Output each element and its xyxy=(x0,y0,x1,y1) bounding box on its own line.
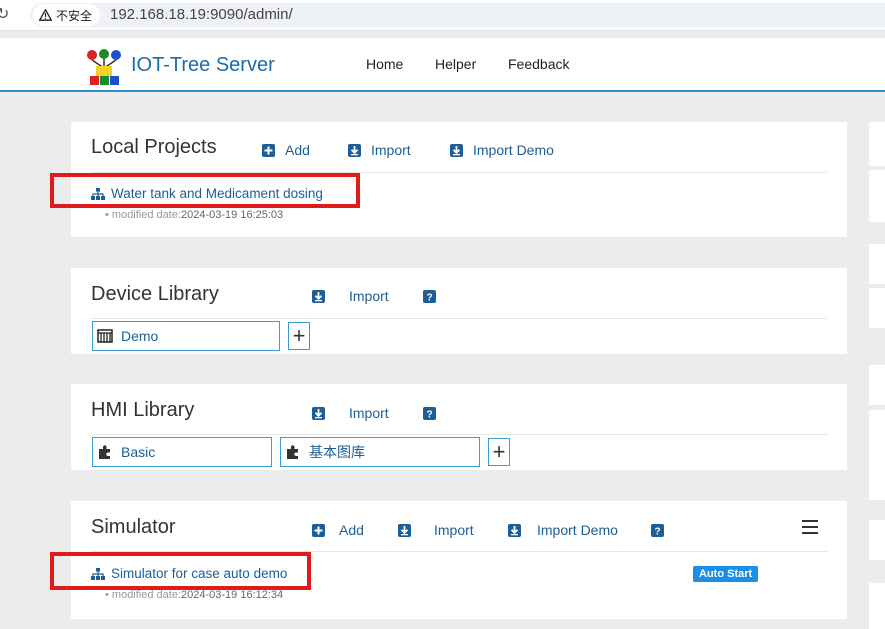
side-panel-strip xyxy=(869,583,885,629)
modified-date: 2024-03-19 16:12:34 xyxy=(181,589,284,601)
browser-address-bar: ↻ 不安全 192.168.18.19:9090/admin/ xyxy=(0,0,885,31)
add-simulator-button[interactable]: Add xyxy=(312,522,364,538)
security-indicator[interactable]: 不安全 xyxy=(33,4,101,26)
divider xyxy=(91,318,827,319)
side-panel-strip xyxy=(869,122,885,166)
device-library-item-demo[interactable]: Demo xyxy=(92,321,280,351)
modified-label: • modified date: xyxy=(105,589,182,601)
import-label: Import xyxy=(434,522,474,538)
add-device-library-button[interactable]: + xyxy=(288,322,310,350)
import-icon xyxy=(450,143,463,157)
plus-square-icon xyxy=(262,143,275,157)
import-demo-label: Import Demo xyxy=(537,522,618,538)
app-header: IOT-Tree Server Home Helper Feedback xyxy=(0,38,885,92)
side-panel-strip xyxy=(869,244,885,284)
import-hmi-button[interactable]: Import xyxy=(312,405,389,421)
modified-label: • modified date: xyxy=(105,209,182,221)
import-icon xyxy=(312,289,325,303)
import-demo-button[interactable]: Import Demo xyxy=(450,142,554,158)
side-panel-strip xyxy=(869,288,885,328)
side-panel-strip xyxy=(869,365,885,405)
plus-square-icon xyxy=(312,523,325,537)
warning-icon xyxy=(39,9,52,21)
import-label: Import xyxy=(349,288,389,304)
hmi-library-title: HMI Library xyxy=(91,399,195,421)
menu-icon[interactable] xyxy=(802,520,818,534)
import-project-button[interactable]: Import xyxy=(348,142,411,158)
hmi-library-item-basic[interactable]: Basic xyxy=(92,437,272,467)
add-label: Add xyxy=(285,142,310,158)
puzzle-icon xyxy=(287,445,298,459)
modified-date: 2024-03-19 16:25:03 xyxy=(181,209,284,221)
device-library-card: Device Library Import ? Demo + xyxy=(71,268,847,354)
import-demo-label: Import Demo xyxy=(473,142,554,158)
side-panel-strip xyxy=(869,520,885,560)
highlight-box xyxy=(50,173,360,208)
library-item-label: Demo xyxy=(121,328,159,344)
help-icon[interactable]: ? xyxy=(423,290,436,303)
nav-feedback[interactable]: Feedback xyxy=(508,56,569,72)
nav-home[interactable]: Home xyxy=(366,56,403,72)
import-demo-simulator-button[interactable]: Import Demo xyxy=(508,522,618,538)
add-project-button[interactable]: Add xyxy=(262,142,310,158)
nav-helper[interactable]: Helper xyxy=(435,56,476,72)
simulator-title: Simulator xyxy=(91,516,176,538)
grid-icon xyxy=(97,329,113,343)
import-label: Import xyxy=(349,405,389,421)
svg-text:?: ? xyxy=(426,410,432,421)
url-text[interactable]: 192.168.18.19:9090/admin/ xyxy=(110,6,293,23)
import-simulator-button[interactable]: Import xyxy=(398,522,474,538)
local-projects-title: Local Projects xyxy=(91,136,217,158)
highlight-box xyxy=(50,552,311,590)
side-panel-strip xyxy=(869,170,885,222)
device-library-title: Device Library xyxy=(91,283,219,305)
help-icon[interactable]: ? xyxy=(651,524,664,537)
app-logo xyxy=(87,49,121,85)
help-icon[interactable]: ? xyxy=(423,407,436,420)
brand-title: IOT-Tree Server xyxy=(131,54,275,76)
import-icon xyxy=(312,406,325,420)
hmi-library-item-basic-cn[interactable]: 基本图库 xyxy=(280,437,480,467)
divider xyxy=(91,434,827,435)
add-hmi-library-button[interactable]: + xyxy=(488,438,510,466)
svg-text:?: ? xyxy=(654,527,660,538)
import-label: Import xyxy=(371,142,411,158)
svg-text:?: ? xyxy=(426,293,432,304)
project-modified: • modified date:2024-03-19 16:25:03 xyxy=(105,209,283,221)
import-device-button[interactable]: Import xyxy=(312,288,389,304)
simulator-modified: • modified date:2024-03-19 16:12:34 xyxy=(105,589,283,601)
add-label: Add xyxy=(339,522,364,538)
puzzle-icon xyxy=(99,445,110,459)
library-item-label: 基本图库 xyxy=(309,444,365,460)
import-icon xyxy=(348,143,361,157)
reload-icon[interactable]: ↻ xyxy=(0,4,9,24)
side-panel-strip xyxy=(869,410,885,500)
security-label: 不安全 xyxy=(56,8,93,23)
library-item-label: Basic xyxy=(121,444,156,460)
import-icon xyxy=(508,523,521,537)
hmi-library-card: HMI Library Import ? Basic 基本图库 + xyxy=(71,384,847,470)
auto-start-badge: Auto Start xyxy=(693,566,759,582)
import-icon xyxy=(398,523,411,537)
